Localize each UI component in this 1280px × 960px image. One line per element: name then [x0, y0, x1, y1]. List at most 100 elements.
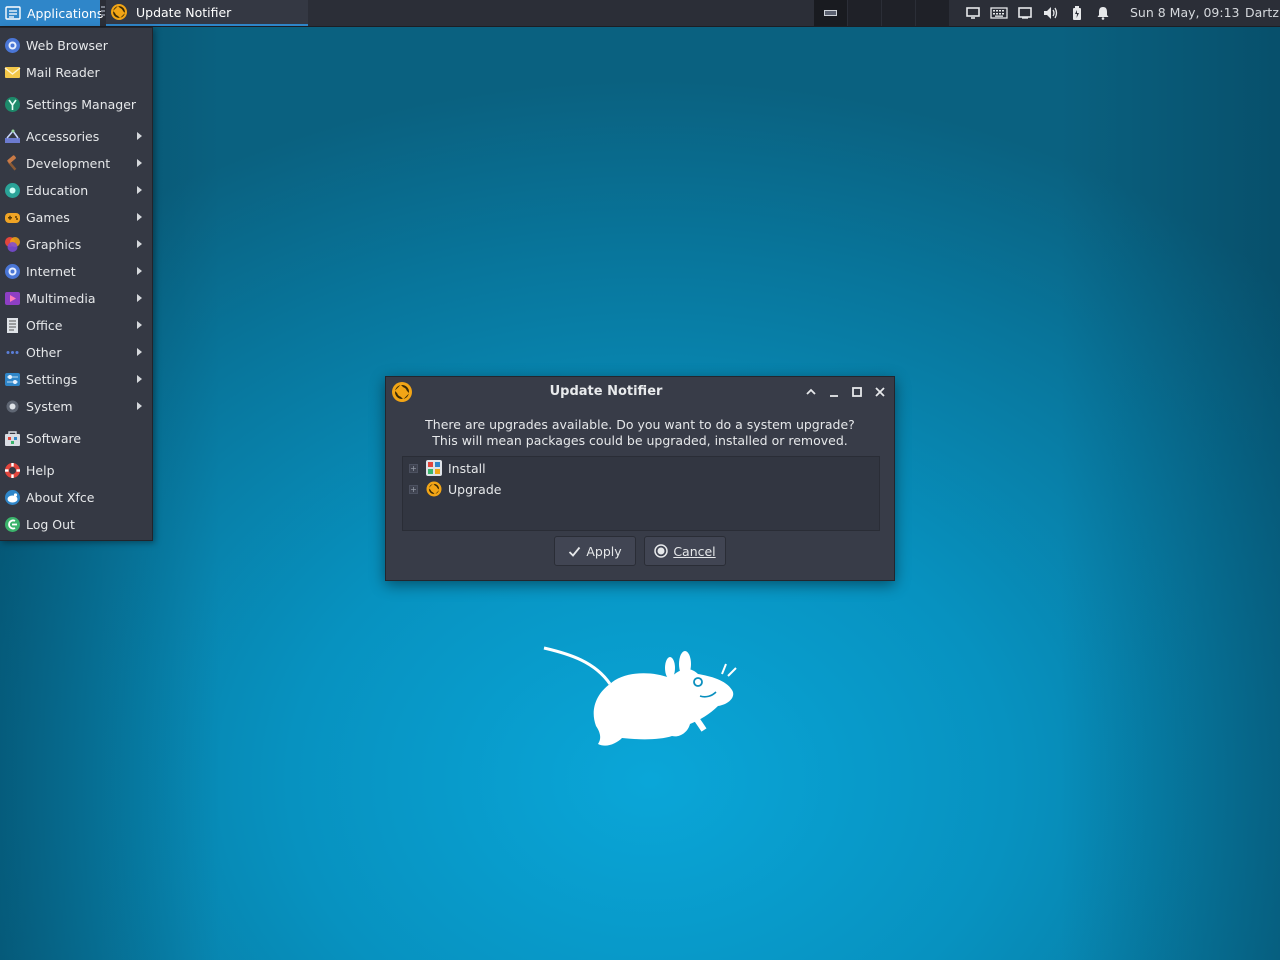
- menu-item-settings-manager[interactable]: Settings Manager: [0, 92, 152, 116]
- clock[interactable]: Sun 8 May, 09:13: [1130, 0, 1240, 26]
- applications-icon: [5, 5, 21, 21]
- expander-icon[interactable]: +: [409, 484, 418, 494]
- submenu-arrow-icon: [137, 186, 142, 194]
- display-icon[interactable]: [960, 0, 986, 26]
- menu-item-multimedia[interactable]: Multimedia: [0, 286, 152, 310]
- cancel-button[interactable]: Cancel: [644, 536, 726, 566]
- tree-row-label: Upgrade: [448, 481, 502, 497]
- dots-icon: [4, 344, 21, 361]
- workspace-2[interactable]: [848, 0, 882, 26]
- workspace-4[interactable]: [916, 0, 950, 26]
- menu-item-accessories[interactable]: Accessories: [0, 124, 152, 148]
- user-name[interactable]: Dartz: [1245, 0, 1279, 26]
- applications-menu: Web Browser Mail Reader Settings Manager…: [0, 27, 153, 541]
- submenu-arrow-icon: [137, 213, 142, 221]
- menu-item-label: Games: [26, 209, 70, 225]
- apply-button[interactable]: Apply: [554, 536, 636, 566]
- menu-item-label: About Xfce: [26, 489, 95, 505]
- hammer-icon: [4, 154, 21, 172]
- keyboard-icon[interactable]: [986, 0, 1012, 26]
- close-window-icon[interactable]: [872, 384, 888, 400]
- menu-item-internet[interactable]: Internet: [0, 259, 152, 283]
- submenu-arrow-icon: [137, 159, 142, 167]
- submenu-arrow-icon: [137, 402, 142, 410]
- menu-item-settings[interactable]: Settings: [0, 367, 152, 391]
- menu-item-games[interactable]: Games: [0, 205, 152, 229]
- menu-item-log-out[interactable]: Log Out: [0, 512, 152, 536]
- gear-icon: [4, 398, 21, 415]
- update-notifier-dialog: Update Notifier There are upgrades avail…: [385, 376, 895, 581]
- menu-item-label: System: [26, 398, 73, 414]
- menu-item-label: Settings Manager: [26, 96, 137, 112]
- workspace-1[interactable]: [814, 0, 848, 26]
- maximize-window-icon[interactable]: [849, 384, 865, 400]
- menu-item-label: Development: [26, 155, 111, 171]
- globe-icon: [4, 37, 21, 54]
- applications-label: Applications: [27, 5, 104, 21]
- dialog-titlebar[interactable]: Update Notifier: [386, 377, 894, 407]
- taskbar-button-update-notifier[interactable]: Update Notifier: [106, 0, 308, 26]
- system-tray: [960, 0, 1116, 26]
- menu-item-office[interactable]: Office: [0, 313, 152, 337]
- checkmark-icon: [568, 545, 581, 558]
- workspace-switcher: [814, 0, 950, 26]
- dialog-message: There are upgrades available. Do you wan…: [386, 417, 894, 449]
- menu-item-label: Multimedia: [26, 290, 96, 306]
- battery-icon[interactable]: [1064, 0, 1090, 26]
- shade-window-icon[interactable]: [803, 384, 819, 400]
- cancel-icon: [654, 544, 669, 558]
- cancel-button-label: Cancel: [673, 543, 716, 559]
- envelope-icon: [4, 64, 21, 81]
- menu-item-label: Graphics: [26, 236, 82, 252]
- logout-icon: [4, 516, 21, 533]
- menu-item-about-xfce[interactable]: About Xfce: [0, 485, 152, 509]
- tree-row-upgrade[interactable]: + Upgrade: [409, 479, 501, 499]
- top-panel: Applications Update Notifier Sun 8 May, …: [0, 0, 1280, 27]
- menu-item-label: Web Browser: [26, 37, 108, 53]
- menu-item-system[interactable]: System: [0, 394, 152, 418]
- menu-item-mail-reader[interactable]: Mail Reader: [0, 60, 152, 84]
- tree-row-install[interactable]: + Install: [409, 458, 486, 478]
- menu-item-label: Other: [26, 344, 62, 360]
- menu-item-web-browser[interactable]: Web Browser: [0, 33, 152, 57]
- package-tree: + Install + Upgrade: [402, 456, 880, 531]
- applications-menu-button[interactable]: Applications: [0, 0, 104, 26]
- screen-icon[interactable]: [1012, 0, 1038, 26]
- volume-icon[interactable]: [1038, 0, 1064, 26]
- submenu-arrow-icon: [137, 267, 142, 275]
- menu-item-software[interactable]: Software: [0, 426, 152, 450]
- menu-item-label: Help: [26, 462, 55, 478]
- submenu-arrow-icon: [137, 132, 142, 140]
- menu-item-label: Software: [26, 430, 82, 446]
- menu-item-help[interactable]: Help: [0, 458, 152, 482]
- menu-item-graphics[interactable]: Graphics: [0, 232, 152, 256]
- menu-item-education[interactable]: Education: [0, 178, 152, 202]
- dialog-message-line2: This will mean packages could be upgrade…: [432, 433, 848, 448]
- globe-icon: [4, 263, 21, 280]
- menu-item-label: Settings: [26, 371, 78, 387]
- minimize-window-icon[interactable]: [826, 384, 842, 400]
- settings-icon: [4, 371, 21, 388]
- submenu-arrow-icon: [137, 375, 142, 383]
- update-icon: [426, 481, 442, 497]
- bell-icon[interactable]: [1090, 0, 1116, 26]
- apply-button-label: Apply: [586, 543, 622, 559]
- submenu-arrow-icon: [137, 321, 142, 329]
- workspace-3[interactable]: [882, 0, 916, 26]
- submenu-arrow-icon: [137, 240, 142, 248]
- panel-separator-grip: [101, 6, 105, 20]
- settings-manager-icon: [4, 96, 21, 113]
- expander-icon[interactable]: +: [409, 463, 418, 473]
- accessories-icon: [4, 128, 21, 145]
- update-icon: [110, 3, 128, 21]
- xfce-mouse-icon: [4, 489, 21, 506]
- document-icon: [4, 317, 21, 334]
- multimedia-icon: [4, 290, 21, 307]
- menu-item-label: Education: [26, 182, 89, 198]
- menu-item-other[interactable]: Other: [0, 340, 152, 364]
- graphics-icon: [4, 236, 21, 253]
- menu-item-label: Office: [26, 317, 63, 333]
- menu-item-label: Log Out: [26, 516, 75, 532]
- install-package-icon: [426, 460, 442, 476]
- menu-item-development[interactable]: Development: [0, 151, 152, 175]
